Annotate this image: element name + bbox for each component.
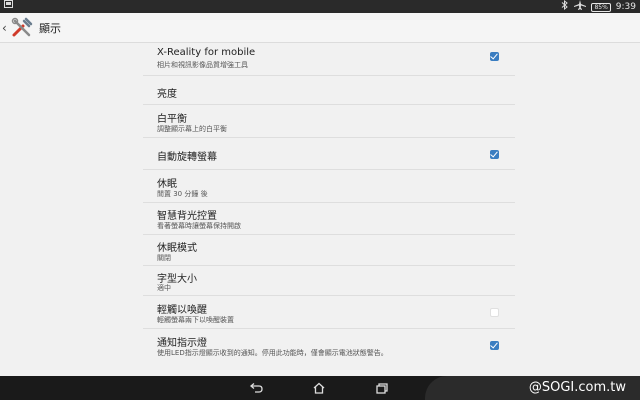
setting-title: 自動旋轉螢幕 xyxy=(157,152,217,163)
setting-title: 輕觸以喚醒 xyxy=(157,305,207,316)
page-title: 顯示 xyxy=(39,21,61,35)
setting-title: 亮度 xyxy=(157,89,177,100)
status-bar: 85% 9:39 xyxy=(0,0,640,13)
setting-subtitle: 看著螢幕時讓螢幕保持開啟 xyxy=(157,222,241,230)
setting-title: 休眠 xyxy=(157,179,177,190)
setting-brightness[interactable]: 亮度 xyxy=(143,76,515,105)
auto-rotate-checkbox[interactable] xyxy=(490,150,499,159)
setting-title: X-Reality for mobile xyxy=(157,47,256,58)
notification-light-checkbox[interactable] xyxy=(490,341,499,350)
up-chevron-icon[interactable]: ‹ xyxy=(2,21,10,35)
home-icon[interactable] xyxy=(311,380,327,396)
setting-subtitle: 使用LED指示燈顯示收到的通知。停用此功能時，僅會顯示電池狀態警告。 xyxy=(157,349,388,357)
action-bar: ‹ 顯示 xyxy=(0,13,640,43)
setting-tap-to-wake[interactable]: 輕觸以喚醒 輕觸螢幕兩下以喚醒裝置 xyxy=(143,296,515,329)
back-icon[interactable] xyxy=(248,380,264,396)
setting-smart-backlight[interactable]: 智慧背光控置 看著螢幕時讓螢幕保持開啟 xyxy=(143,203,515,235)
battery-icon: 85% xyxy=(591,3,611,12)
setting-notification-light[interactable]: 通知指示燈 使用LED指示燈顯示收到的通知。停用此功能時，僅會顯示電池狀態警告。 xyxy=(143,329,515,362)
setting-title: 休眠模式 xyxy=(157,243,197,254)
setting-subtitle: 關閉 xyxy=(157,254,171,262)
setting-auto-rotate[interactable]: 自動旋轉螢幕 xyxy=(143,138,515,170)
setting-x-reality[interactable]: X-Reality for mobile 相片和視訊影像品質增強工具 xyxy=(143,43,515,76)
x-reality-checkbox[interactable] xyxy=(490,52,499,61)
watermark: @SOGI.com.tw xyxy=(425,376,640,400)
settings-list: X-Reality for mobile 相片和視訊影像品質增強工具 亮度 白平… xyxy=(143,43,515,362)
setting-subtitle: 適中 xyxy=(157,284,171,292)
setting-subtitle: 相片和視訊影像品質增強工具 xyxy=(157,61,248,69)
settings-content: X-Reality for mobile 相片和視訊影像品質增強工具 亮度 白平… xyxy=(0,43,640,376)
setting-font-size[interactable]: 字型大小 適中 xyxy=(143,266,515,296)
setting-subtitle: 輕觸螢幕兩下以喚醒裝置 xyxy=(157,316,234,324)
setting-title: 白平衡 xyxy=(157,114,187,125)
setting-sleep-mode[interactable]: 休眠模式 關閉 xyxy=(143,235,515,266)
tap-to-wake-checkbox[interactable] xyxy=(490,308,499,317)
display-settings-icon[interactable] xyxy=(11,17,33,39)
setting-title: 智慧背光控置 xyxy=(157,211,217,222)
setting-white-balance[interactable]: 白平衡 調整顯示幕上的白平衡 xyxy=(143,105,515,138)
setting-sleep[interactable]: 休眠 閒置 30 分鐘 後 xyxy=(143,170,515,203)
setting-subtitle: 閒置 30 分鐘 後 xyxy=(157,190,208,198)
setting-subtitle: 調整顯示幕上的白平衡 xyxy=(157,125,227,133)
notification-icon xyxy=(4,0,13,13)
recent-apps-icon[interactable] xyxy=(374,380,390,396)
setting-title: 通知指示燈 xyxy=(157,338,207,349)
